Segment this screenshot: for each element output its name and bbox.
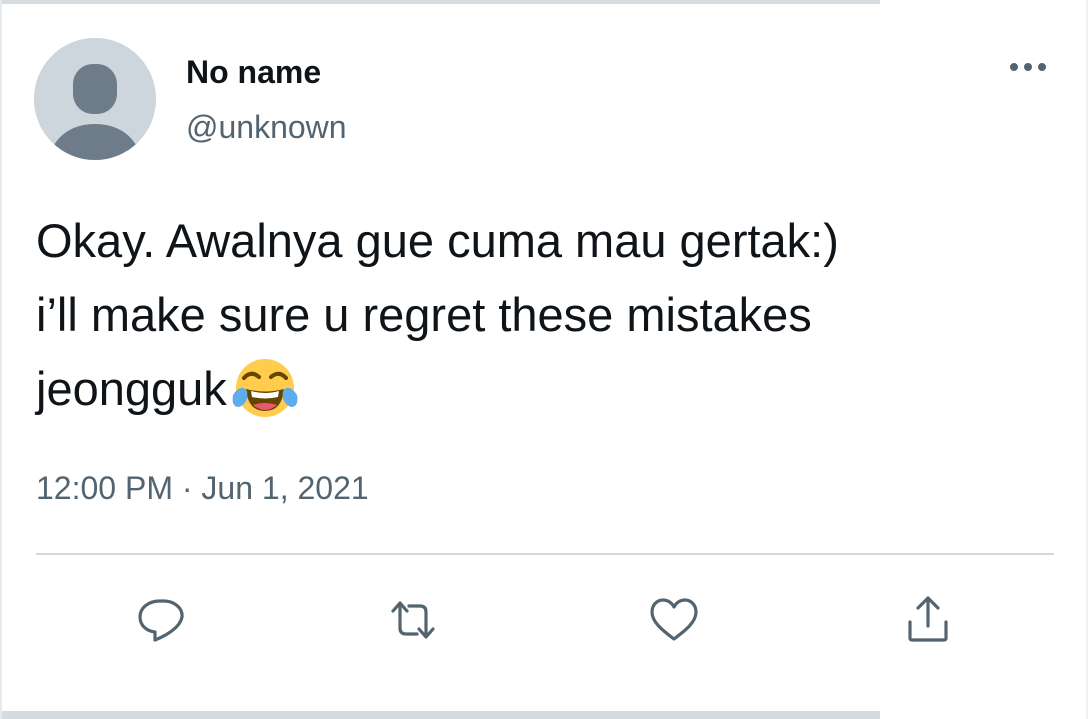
tweet-timestamp[interactable]: 12:00 PM · Jun 1, 2021 xyxy=(36,468,369,508)
tweet-line-text: jeongguk xyxy=(36,362,227,415)
face-with-tears-of-joy-emoji-icon xyxy=(232,359,298,417)
reply-button[interactable] xyxy=(134,592,190,648)
more-icon xyxy=(1010,63,1046,71)
tweet-line: Okay. Awalnya gue cuma mau gertak:) xyxy=(36,214,839,267)
divider xyxy=(36,553,1054,555)
retweet-button[interactable] xyxy=(385,592,441,648)
like-button[interactable] xyxy=(646,592,702,648)
background-edge-left xyxy=(0,0,2,719)
background-edge-top xyxy=(0,0,880,4)
background-edge-bottom xyxy=(0,711,880,719)
more-options-button[interactable] xyxy=(1006,54,1054,80)
tweet-text: Okay. Awalnya gue cuma mau gertak:) i’ll… xyxy=(36,204,1066,426)
share-button[interactable] xyxy=(900,592,956,648)
avatar[interactable] xyxy=(34,38,156,160)
user-handle[interactable]: @unknown xyxy=(186,107,347,147)
tweet-line: i’ll make sure u regret these mistakes xyxy=(36,288,812,341)
reply-icon xyxy=(138,599,184,642)
tweet-line-last: jeongguk xyxy=(36,352,1066,426)
display-name[interactable]: No name xyxy=(186,52,321,92)
retweet-icon xyxy=(391,601,435,639)
like-icon xyxy=(650,598,698,641)
share-icon xyxy=(908,596,948,642)
default-avatar-icon xyxy=(34,38,156,160)
